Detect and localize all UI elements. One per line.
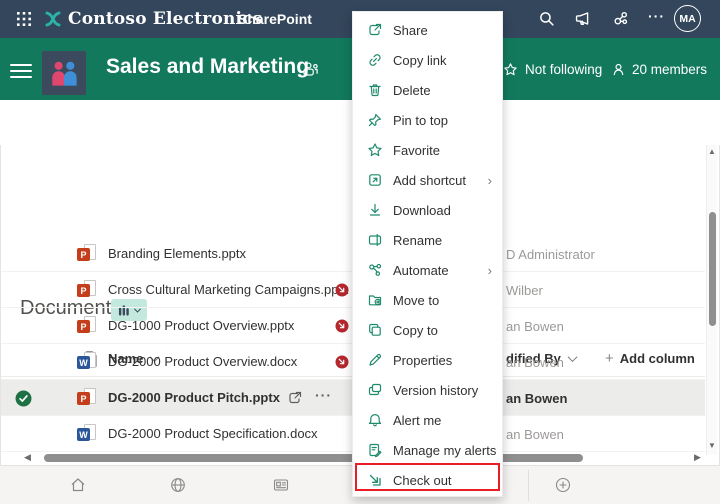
- follow-label: Not following: [525, 62, 603, 77]
- manage-alerts-icon: [367, 442, 383, 458]
- menu-item-version-history[interactable]: Version history: [353, 375, 502, 405]
- search-icon[interactable]: [538, 10, 555, 27]
- home-icon[interactable]: [69, 476, 87, 494]
- pencil-icon: [367, 352, 383, 368]
- site-logo[interactable]: [42, 51, 86, 95]
- menu-item-properties[interactable]: Properties: [353, 345, 502, 375]
- menu-item-delete[interactable]: Delete: [353, 75, 502, 105]
- scroll-up-icon[interactable]: ▲: [708, 147, 716, 156]
- file-name[interactable]: Cross Cultural Marketing Campaigns.pptx: [108, 282, 349, 297]
- check-out-icon: [367, 472, 383, 488]
- scroll-right-icon[interactable]: ▶: [694, 452, 701, 463]
- download-icon: [367, 202, 383, 218]
- product-name: SharePoint: [238, 11, 312, 27]
- file-name[interactable]: DG-1000 Product Overview.pptx: [108, 318, 294, 333]
- follow-button[interactable]: Not following: [503, 62, 602, 77]
- menu-item-copy-to[interactable]: Copy to: [353, 315, 502, 345]
- star-icon: [367, 142, 383, 158]
- news-icon[interactable]: [272, 476, 290, 494]
- org-chart-icon[interactable]: [612, 10, 629, 27]
- brand-name: Contoso Electronics: [68, 9, 263, 29]
- members-label: 20 members: [632, 62, 708, 77]
- menu-item-rename[interactable]: Rename: [353, 225, 502, 255]
- powerpoint-icon: P: [77, 280, 97, 300]
- modified-by: an Bowen: [506, 427, 564, 442]
- scroll-left-icon[interactable]: ◀: [24, 452, 31, 463]
- modified-by: an Bowen: [506, 391, 568, 406]
- sharepoint-app: Contoso Electronics SharePoint ··· MA Sa…: [0, 0, 720, 504]
- word-icon: W: [77, 352, 97, 372]
- menu-item-alert-me[interactable]: Alert me: [353, 405, 502, 435]
- move-to-icon: [367, 292, 383, 308]
- file-name[interactable]: Branding Elements.pptx: [108, 246, 246, 261]
- contoso-logo-icon: [43, 9, 63, 29]
- file-name[interactable]: DG-2000 Product Overview.docx: [108, 354, 297, 369]
- footer-divider: [528, 470, 529, 501]
- scroll-down-icon[interactable]: ▼: [708, 441, 716, 450]
- add-shortcut-icon: [367, 172, 383, 188]
- more-options-icon[interactable]: ···: [648, 8, 665, 24]
- row-more-button[interactable]: ···: [315, 387, 332, 403]
- copy-to-icon: [367, 322, 383, 338]
- menu-item-copy-link[interactable]: Copy link: [353, 45, 502, 75]
- hamburger-menu-icon[interactable]: [10, 60, 32, 82]
- menu-item-automate[interactable]: Automate ›: [353, 255, 502, 285]
- checked-out-badge-icon: [335, 355, 349, 369]
- person-icon: [613, 63, 624, 76]
- pin-icon: [367, 112, 383, 128]
- rename-icon: [367, 232, 383, 248]
- version-history-icon: [367, 382, 383, 398]
- context-menu: Share Copy link Delete Pin to top Favori…: [352, 11, 503, 497]
- submenu-chevron-icon: ›: [487, 262, 492, 278]
- modified-by: Wilber: [506, 283, 543, 298]
- menu-item-download[interactable]: Download: [353, 195, 502, 225]
- modified-by: D Administrator: [506, 247, 595, 262]
- trash-icon: [367, 82, 383, 98]
- share-icon[interactable]: [287, 390, 303, 406]
- modified-by: an Bowen: [506, 355, 564, 370]
- megaphone-icon[interactable]: [574, 10, 591, 27]
- vertical-scrollbar[interactable]: ▲ ▼: [706, 145, 717, 455]
- teams-icon: [302, 61, 319, 78]
- vertical-scroll-thumb[interactable]: [709, 212, 716, 326]
- file-name[interactable]: DG-2000 Product Specification.docx: [108, 426, 318, 441]
- menu-item-share[interactable]: Share: [353, 15, 502, 45]
- globe-icon[interactable]: [169, 476, 187, 494]
- menu-item-pin-to-top[interactable]: Pin to top: [353, 105, 502, 135]
- star-icon: [504, 63, 517, 76]
- checked-out-badge-icon: [335, 283, 349, 297]
- automate-icon: [367, 262, 383, 278]
- submenu-chevron-icon: ›: [487, 172, 492, 188]
- bell-icon: [367, 412, 383, 428]
- file-name[interactable]: DG-2000 Product Pitch.pptx: [108, 390, 280, 405]
- menu-item-move-to[interactable]: Move to: [353, 285, 502, 315]
- menu-item-manage-my-alerts[interactable]: Manage my alerts: [353, 435, 502, 465]
- selected-check-icon[interactable]: [15, 390, 32, 407]
- members-button[interactable]: 20 members: [611, 62, 707, 77]
- link-icon: [367, 52, 383, 68]
- powerpoint-icon: P: [77, 316, 97, 336]
- word-icon: W: [77, 424, 97, 444]
- site-title: Sales and Marketing: [106, 55, 310, 78]
- menu-item-add-shortcut[interactable]: Add shortcut ›: [353, 165, 502, 195]
- share-icon: [367, 22, 383, 38]
- checked-out-badge-icon: [335, 319, 349, 333]
- modified-by: an Bowen: [506, 319, 564, 334]
- waffle-icon[interactable]: [16, 11, 32, 27]
- powerpoint-icon: P: [77, 388, 97, 408]
- powerpoint-icon: P: [77, 244, 97, 264]
- avatar[interactable]: MA: [674, 5, 701, 32]
- menu-item-check-out[interactable]: Check out: [353, 465, 502, 495]
- menu-item-favorite[interactable]: Favorite: [353, 135, 502, 165]
- add-icon[interactable]: [554, 476, 572, 494]
